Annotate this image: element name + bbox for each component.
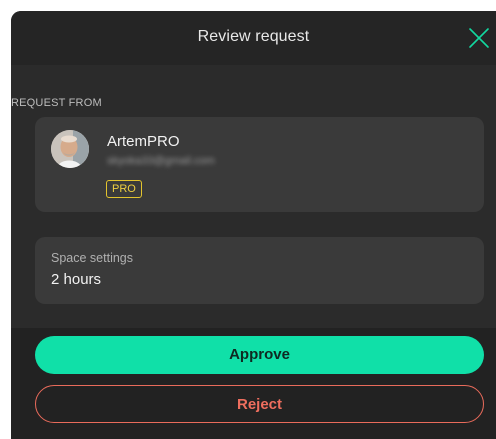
space-settings-card: Space settings 2 hours [35,237,484,304]
close-x-icon [469,28,489,48]
reject-button[interactable]: Reject [35,385,484,423]
request-from-label: REQUEST FROM [11,97,102,109]
requester-card: ArtemPRO skyoka33@gmail.com PRO [35,117,484,212]
pro-badge: PRO [106,180,142,198]
space-settings-value: 2 hours [51,271,102,288]
review-request-dialog: Review request REQUEST FROM ArtemPRO sky… [11,11,496,439]
dialog-title: Review request [197,28,310,45]
approve-button[interactable]: Approve [35,336,484,374]
space-settings-label: Space settings [51,251,133,265]
close-button[interactable] [466,25,492,51]
avatar [51,130,89,168]
user-avatar-photo [51,130,89,168]
requester-email: skyoka33@gmail.com [107,155,215,167]
dialog-footer: Approve Reject [11,328,496,439]
requester-name: ArtemPRO [107,133,180,150]
dialog-header: Review request [11,11,496,65]
